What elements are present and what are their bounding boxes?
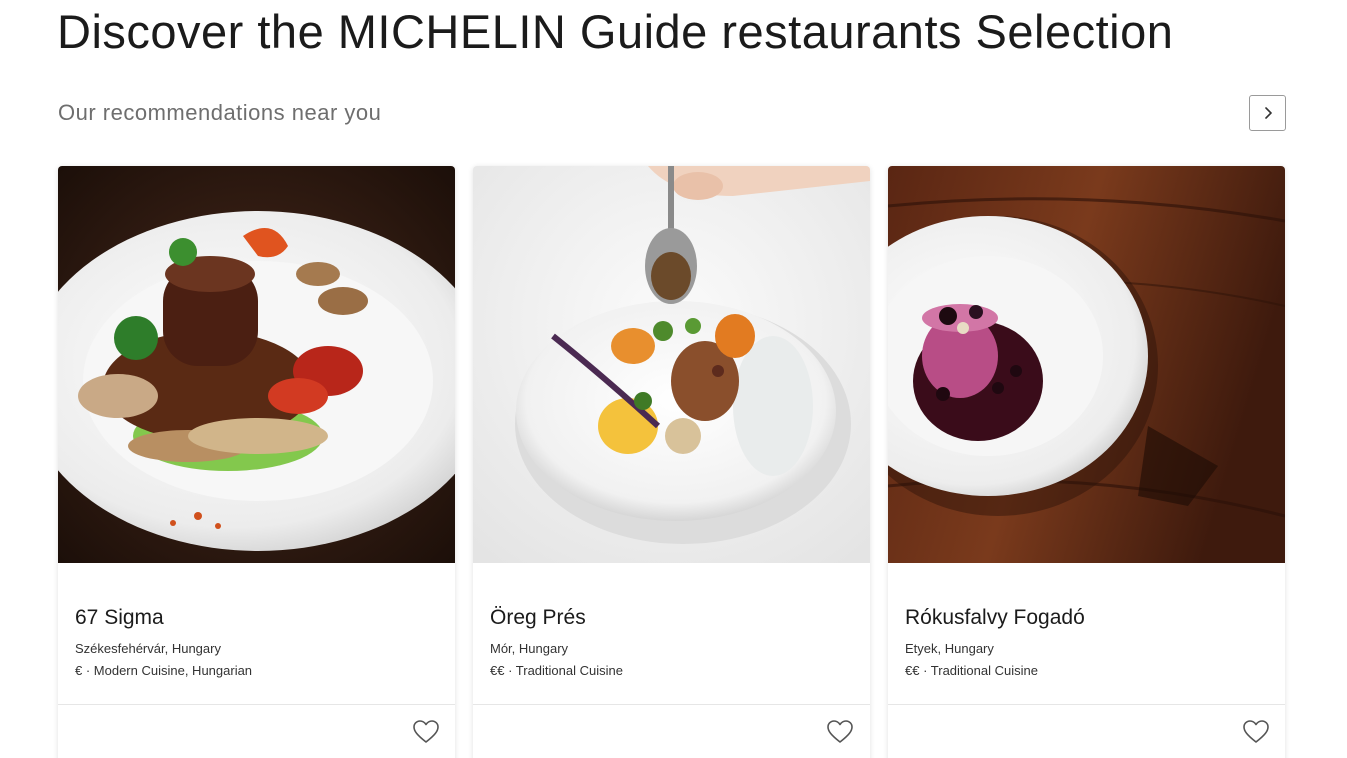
favorite-button[interactable] [412,719,440,745]
restaurant-price-cuisine: € · Modern Cuisine, Hungarian [75,663,253,678]
restaurant-name[interactable]: Rókusfalvy Fogadó [905,606,1085,630]
heart-outline-icon [1243,720,1269,743]
page: Discover the MICHELIN Guide restaurants … [0,0,1347,758]
restaurant-price-cuisine: €€ · Traditional Cuisine [905,663,1038,678]
restaurant-image[interactable] [888,166,1285,563]
page-title: Discover the MICHELIN Guide restaurants … [57,5,1174,58]
restaurant-image[interactable] [473,166,870,563]
restaurant-location: Etyek, Hungary [905,641,994,656]
card-divider [888,704,1285,705]
restaurant-card[interactable]: 67 Sigma Székesfehérvár, Hungary € · Mod… [58,166,455,758]
restaurant-carousel: 67 Sigma Székesfehérvár, Hungary € · Mod… [58,166,1286,758]
card-divider [58,704,455,705]
restaurant-card[interactable]: Öreg Prés Mór, Hungary €€ · Traditional … [473,166,870,758]
favorite-button[interactable] [826,719,854,745]
restaurant-location: Mór, Hungary [490,641,569,656]
favorite-button[interactable] [1242,719,1270,745]
carousel-next-button[interactable] [1249,95,1286,131]
restaurant-card[interactable]: Rókusfalvy Fogadó Etyek, Hungary €€ · Tr… [888,166,1285,758]
restaurant-name[interactable]: Öreg Prés [490,606,586,630]
heart-outline-icon [413,720,439,743]
card-divider [473,704,870,705]
heart-outline-icon [827,720,853,743]
restaurant-location: Székesfehérvár, Hungary [75,641,221,656]
section-subtitle: Our recommendations near you [58,100,382,125]
chevron-right-icon [1264,107,1272,119]
restaurant-image[interactable] [58,166,455,563]
restaurant-price-cuisine: €€ · Traditional Cuisine [490,663,623,678]
restaurant-name[interactable]: 67 Sigma [75,606,164,630]
